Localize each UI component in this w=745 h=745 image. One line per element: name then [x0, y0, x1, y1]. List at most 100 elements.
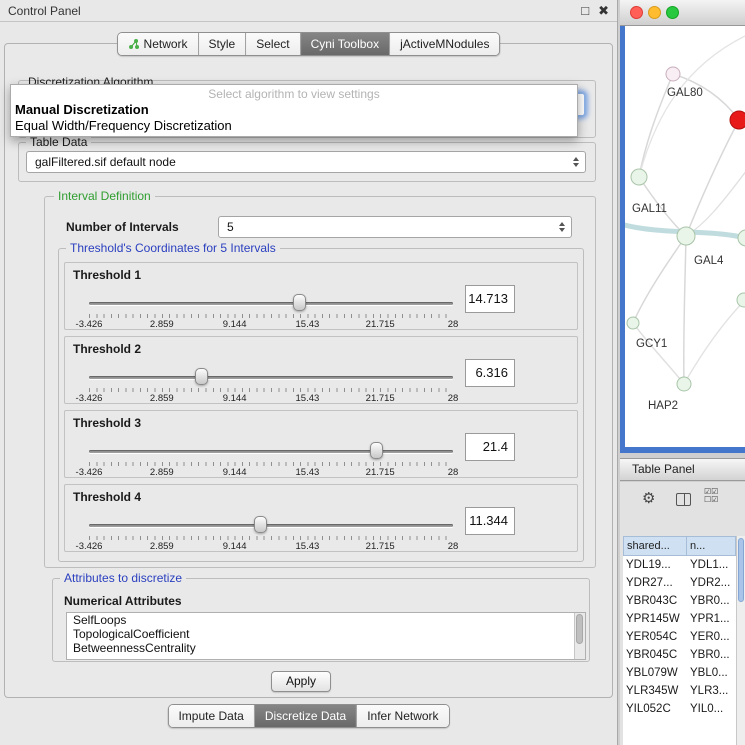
slider-track[interactable] [89, 450, 453, 453]
apply-button[interactable]: Apply [271, 671, 331, 692]
table-row[interactable]: YDR27...YDR2... [623, 574, 736, 592]
slider-handle[interactable] [195, 368, 208, 385]
threshold-1-value-field[interactable]: 14.713 [465, 285, 515, 313]
tab-infer-network[interactable]: Infer Network [356, 705, 448, 727]
slider-track[interactable] [89, 524, 453, 527]
tab-jactivemnodules[interactable]: jActiveMNodules [389, 33, 499, 55]
threshold-4-value-field[interactable]: 11.344 [465, 507, 515, 535]
cell[interactable]: YBR045C [623, 646, 687, 664]
cell[interactable]: YDR2... [687, 574, 736, 592]
column-header-name[interactable]: n... [687, 536, 736, 556]
threshold-4-slider[interactable]: -3.426 2.859 9.144 15.43 21.715 28 [89, 515, 453, 551]
tab-select[interactable]: Select [245, 33, 299, 55]
spinner-stepper-icon[interactable] [556, 220, 567, 234]
cell[interactable]: YIL052C [623, 700, 687, 718]
close-icon[interactable]: ✖ [598, 0, 609, 22]
cell[interactable]: YPR1... [687, 610, 736, 628]
column-header-shared-name[interactable]: shared... [623, 536, 687, 556]
network-node[interactable] [677, 227, 695, 245]
cell[interactable]: YLR345W [623, 682, 687, 700]
window-buttons: □ ✖ [581, 0, 609, 22]
table-row[interactable]: YER054CYER0... [623, 628, 736, 646]
table-panel-titlebar[interactable]: Table Panel [620, 458, 745, 481]
cell[interactable]: YBR043C [623, 592, 687, 610]
attributes-group-label: Attributes to discretize [60, 571, 186, 585]
cell[interactable]: YPR145W [623, 610, 687, 628]
network-node[interactable] [737, 293, 745, 307]
cell[interactable]: YER054C [623, 628, 687, 646]
list-scrollbar[interactable] [574, 613, 585, 659]
tab-discretize-data[interactable]: Discretize Data [254, 705, 356, 727]
network-node[interactable] [627, 317, 639, 329]
network-node[interactable] [677, 377, 691, 391]
cell[interactable]: YBR0... [687, 592, 736, 610]
network-node[interactable] [666, 67, 680, 81]
node-label-gcy1: GCY1 [636, 338, 667, 350]
network-node-selected[interactable] [730, 111, 745, 129]
cell[interactable]: YDL19... [623, 556, 687, 574]
threshold-1-panel: Threshold 1 -3.426 2.859 9.144 15.43 21.… [64, 262, 578, 330]
zoom-traffic-light[interactable] [666, 6, 679, 19]
interval-definition-group-label: Interval Definition [54, 189, 155, 203]
tick-label: 2.859 [150, 319, 174, 330]
dropdown-option-manual-discretization[interactable]: Manual Discretization [15, 102, 149, 117]
list-item-betweennesscentrality[interactable]: BetweennessCentrality [67, 641, 585, 655]
tab-cyni-toolbox[interactable]: Cyni Toolbox [300, 33, 389, 55]
threshold-3-value-field[interactable]: 21.4 [465, 433, 515, 461]
minimize-traffic-light[interactable] [648, 6, 661, 19]
slider-track[interactable] [89, 302, 453, 305]
threshold-3-slider[interactable]: -3.426 2.859 9.144 15.43 21.715 28 [89, 441, 453, 477]
cell[interactable]: YBL079W [623, 664, 687, 682]
table-row[interactable]: YBR045CYBR0... [623, 646, 736, 664]
table-scrollbar[interactable] [736, 536, 745, 745]
table-row[interactable]: YPR145WYPR1... [623, 610, 736, 628]
tab-impute-data[interactable]: Impute Data [168, 705, 253, 727]
list-scrollbar-thumb[interactable] [576, 614, 583, 644]
select-columns-icon[interactable]: ☑☑☐☑ [704, 488, 718, 504]
minimize-icon[interactable]: □ [581, 0, 589, 22]
columns-icon[interactable] [676, 493, 691, 506]
table-row[interactable]: YDL19...YDL1... [623, 556, 736, 574]
node-label-gal80: GAL80 [667, 87, 703, 99]
close-traffic-light[interactable] [630, 6, 643, 19]
slider-track[interactable] [89, 376, 453, 379]
table-row[interactable]: YBL079WYBL0... [623, 664, 736, 682]
tab-network[interactable]: Network [118, 33, 198, 55]
table-row[interactable]: YLR345WYLR3... [623, 682, 736, 700]
slider-handle[interactable] [370, 442, 383, 459]
tick-label: -3.426 [76, 541, 103, 552]
cell[interactable]: YLR3... [687, 682, 736, 700]
table-panel-title: Table Panel [632, 462, 695, 476]
combo-stepper-icon[interactable] [570, 155, 581, 169]
slider-handle[interactable] [254, 516, 267, 533]
network-edge [633, 236, 686, 323]
tab-style[interactable]: Style [198, 33, 246, 55]
node-label-gal4: GAL4 [694, 255, 724, 267]
network-canvas[interactable]: GAL80 GAL11 GAL4 GCY1 HAP2 [625, 26, 745, 447]
threshold-2-slider[interactable]: -3.426 2.859 9.144 15.43 21.715 28 [89, 367, 453, 403]
threshold-2-value-field[interactable]: 6.316 [465, 359, 515, 387]
numerical-attributes-list[interactable]: SelfLoops TopologicalCoefficient Between… [66, 612, 586, 660]
cell[interactable]: YBL0... [687, 664, 736, 682]
network-node[interactable] [738, 230, 745, 246]
slider-handle[interactable] [293, 294, 306, 311]
table-scrollbar-thumb[interactable] [738, 538, 744, 602]
cell[interactable]: YBR0... [687, 646, 736, 664]
cell[interactable]: YER0... [687, 628, 736, 646]
table-row[interactable]: YBR043CYBR0... [623, 592, 736, 610]
network-node[interactable] [631, 169, 647, 185]
control-panel-titlebar: Control Panel □ ✖ [0, 0, 617, 22]
table-data-combobox[interactable]: galFiltered.sif default node [26, 151, 586, 173]
threshold-1-slider[interactable]: -3.426 2.859 9.144 15.43 21.715 28 [89, 293, 453, 329]
cell[interactable]: YIL0... [687, 700, 736, 718]
dropdown-option-equal-width-frequency[interactable]: Equal Width/Frequency Discretization [15, 118, 232, 133]
table-row[interactable]: YIL052CYIL0... [623, 700, 736, 718]
threshold-4-label: Threshold 4 [73, 490, 141, 504]
cell[interactable]: YDL1... [687, 556, 736, 574]
list-item-selfloops[interactable]: SelfLoops [67, 613, 585, 627]
list-item-topologicalcoefficient[interactable]: TopologicalCoefficient [67, 627, 585, 641]
thresholds-group-label: Threshold's Coordinates for 5 Intervals [66, 241, 280, 255]
number-of-intervals-spinner[interactable]: 5 [218, 216, 572, 238]
gear-icon[interactable]: ⚙ [642, 489, 655, 507]
cell[interactable]: YDR27... [623, 574, 687, 592]
